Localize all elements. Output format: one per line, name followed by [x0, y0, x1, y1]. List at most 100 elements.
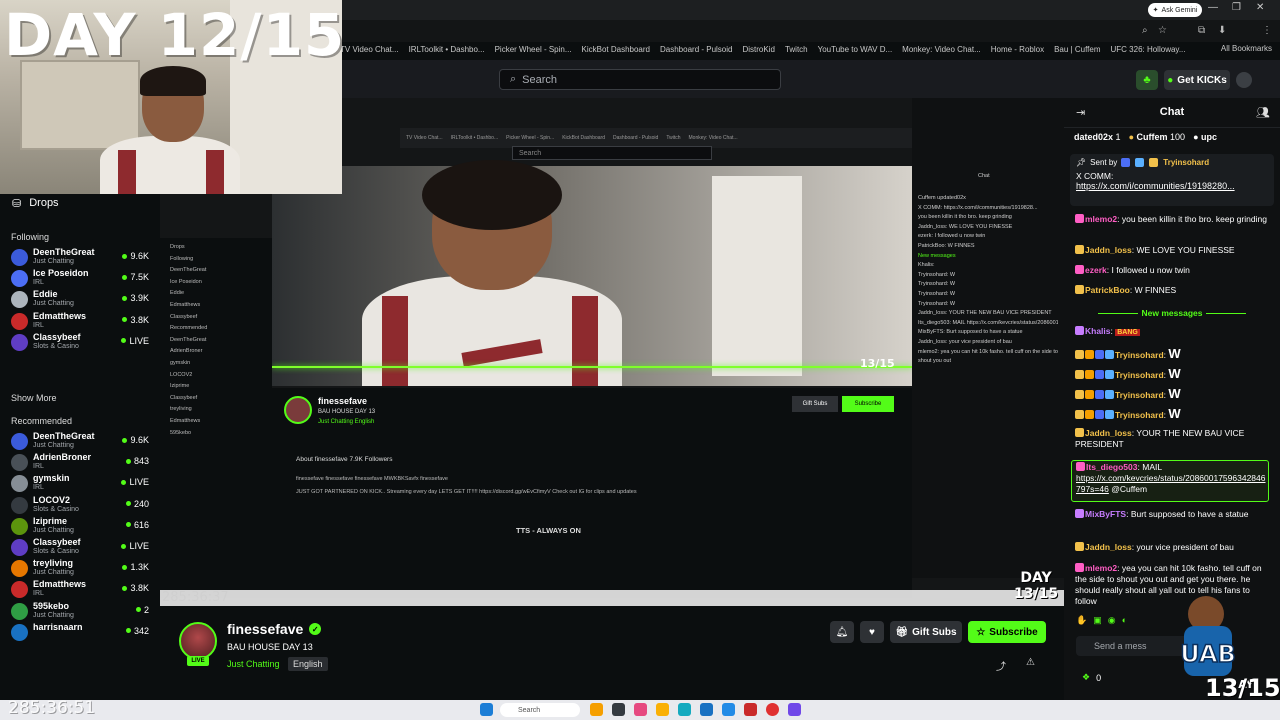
sidebar-item-edmatthews[interactable]: Edmatthews IRL 3.8K — [0, 578, 160, 600]
bookmark[interactable]: Monkey: Video Chat... — [902, 45, 981, 54]
bookmark[interactable]: Dashboard - Pulsoid — [660, 45, 732, 54]
sidebar-item-gymskin[interactable]: gymskin IRL LIVE — [0, 472, 160, 494]
chat-username[interactable]: Its_diego503 — [1086, 462, 1138, 472]
bookmark[interactable]: DistroKid — [742, 45, 774, 54]
folder-icon[interactable] — [656, 703, 669, 716]
download-icon[interactable]: ⬇ — [1218, 25, 1226, 36]
sidebar-drops[interactable]: ⛁ Drops — [0, 194, 160, 212]
sidebar-item-iziprime[interactable]: Iziprime Just Chatting 616 — [0, 515, 160, 537]
app-icon[interactable] — [612, 703, 625, 716]
sidebar-item-treyliving[interactable]: treyliving Just Chatting 1.3K — [0, 557, 160, 579]
nested-stream-info: finessefave BAU HOUSE DAY 13 Just Chatti… — [272, 388, 912, 598]
stream-category[interactable]: Just Chatting — [227, 659, 280, 669]
heart-icon[interactable]: ♥ — [860, 621, 884, 643]
bookmark[interactable]: IRLToolkit • Dashbo... — [409, 45, 485, 54]
bookmark[interactable]: Bau | Cuffem — [1054, 45, 1100, 54]
sidebar-item-595kebo[interactable]: 595kebo Just Chatting 2 — [0, 600, 160, 622]
badge-icon — [1075, 390, 1084, 399]
extension-icon[interactable]: ⧉ — [1198, 25, 1205, 36]
restore-icon[interactable]: ❐ — [1232, 2, 1241, 13]
edge-icon[interactable] — [678, 703, 691, 716]
chat-username[interactable]: Tryinsohard — [1115, 390, 1164, 400]
emote-icon[interactable]: ◐ — [1122, 615, 1127, 626]
gift-subs-button[interactable]: 🎁︎ Gift Subs — [890, 621, 962, 643]
show-more-link[interactable]: Show More — [11, 393, 57, 403]
chat-username[interactable]: mlemo2 — [1085, 563, 1117, 573]
bookmark[interactable]: UFC 326: Holloway... — [1111, 45, 1186, 54]
emote-icon[interactable]: ▣ — [1093, 615, 1102, 626]
chat-username[interactable]: Tryinsohard — [1115, 370, 1164, 380]
chat-username[interactable]: mlemo2 — [1085, 214, 1117, 224]
app-icon[interactable] — [590, 703, 603, 716]
chat-username[interactable]: PatrickBoo — [1085, 285, 1130, 295]
bookmark[interactable]: YouTube to WAV D... — [818, 45, 893, 54]
minimize-icon[interactable]: — — [1208, 2, 1218, 13]
sidebar-item-deenthegreat[interactable]: DeenTheGreat Just Chatting 9.6K — [0, 246, 160, 268]
all-bookmarks[interactable]: All Bookmarks — [1221, 44, 1272, 53]
chat-username[interactable]: MixByFTS — [1085, 509, 1126, 519]
chat-username[interactable]: Jaddn_loss — [1085, 542, 1132, 552]
viewer-count: 3.8K — [122, 315, 149, 325]
gifter[interactable]: dated02x 1 — [1074, 132, 1121, 142]
sidebar-item-classybeef[interactable]: Classybeef Slots & Casino LIVE — [0, 536, 160, 558]
chat-username[interactable]: Tryinsohard — [1115, 350, 1164, 360]
subscribe-button[interactable]: ☆ Subscribe — [968, 621, 1046, 643]
ask-gemini-button[interactable]: ✦ Ask Gemini — [1148, 3, 1202, 17]
nested-chat-line: PatrickBoo: W FINNES — [918, 242, 975, 249]
close-icon[interactable]: ✕ — [1256, 2, 1264, 13]
bookmark[interactable]: TV Video Chat... — [340, 45, 399, 54]
channel-points[interactable]: ❖ 0 — [1082, 672, 1101, 683]
streamer-avatar[interactable] — [179, 622, 217, 660]
bookmark[interactable]: Twitch — [785, 45, 808, 54]
badge-icon — [1095, 390, 1104, 399]
menu-icon[interactable]: ⋮ — [1262, 25, 1272, 36]
app-icon[interactable] — [788, 703, 801, 716]
chat-username[interactable]: ezerk — [1085, 265, 1107, 275]
app-icon[interactable] — [744, 703, 757, 716]
sidebar-item-edmatthews[interactable]: Edmatthews IRL 3.8K — [0, 310, 160, 332]
avatar[interactable] — [1236, 72, 1252, 88]
chat-link[interactable]: https://x.com/kevcries/status/2086001759… — [1076, 473, 1265, 494]
star-icon[interactable]: ☆ — [1158, 25, 1167, 36]
sidebar-item-adrienbroner[interactable]: AdrienBroner IRL 843 — [0, 451, 160, 473]
channel-category: Slots & Casino — [33, 548, 79, 555]
pinned-message[interactable]: 📌︎ Sent by Tryinsohard X COMM: https://x.c… — [1070, 154, 1274, 206]
kick-icon[interactable]: ♣ — [1136, 70, 1158, 90]
app-icon[interactable] — [634, 703, 647, 716]
mention[interactable]: @Cuffem — [1111, 484, 1147, 494]
language-tag[interactable]: English — [288, 657, 328, 671]
windows-start-icon[interactable] — [480, 703, 493, 716]
share-icon[interactable]: ⤴ — [996, 658, 1006, 673]
chat-username[interactable]: Khalis — [1085, 326, 1111, 336]
chat-username[interactable]: Jaddn_loss — [1085, 428, 1132, 438]
pinned-user[interactable]: Tryinsohard — [1163, 158, 1209, 167]
zoom-icon[interactable]: ⌕ — [1142, 25, 1148, 36]
emote-icon[interactable]: ◉ — [1108, 615, 1116, 626]
app-icon[interactable] — [722, 703, 735, 716]
taskbar-search[interactable]: Search — [500, 703, 580, 717]
chrome-icon[interactable] — [766, 703, 779, 716]
sidebar-item-deenthegreat[interactable]: DeenTheGreat Just Chatting 9.6K — [0, 430, 160, 452]
chat-username[interactable]: Tryinsohard — [1115, 410, 1164, 420]
sidebar-item-harrisnaarn[interactable]: harrisnaarn 342 — [0, 621, 160, 643]
report-icon[interactable]: ⚠ — [1026, 657, 1035, 668]
hand-icon[interactable]: ✋ — [1076, 615, 1087, 626]
streamer-name[interactable]: finessefave ✓ — [227, 621, 322, 637]
bookmark[interactable]: Home - Roblox — [991, 45, 1044, 54]
following-heading: Following — [11, 232, 50, 242]
gifter[interactable]: ● upc — [1193, 132, 1217, 142]
sidebar-item-locov2[interactable]: LOCOV2 Slots & Casino 240 — [0, 494, 160, 516]
users-icon[interactable]: 👥︎ — [1256, 106, 1270, 119]
bookmark[interactable]: Picker Wheel - Spin... — [495, 45, 572, 54]
sidebar-item-classybeef[interactable]: Classybeef Slots & Casino LIVE — [0, 331, 160, 353]
chat-username[interactable]: Jaddn_loss — [1085, 245, 1132, 255]
app-icon[interactable] — [700, 703, 713, 716]
gifter[interactable]: ● Cuffem 100 — [1129, 132, 1186, 142]
pinned-link[interactable]: https://x.com/i/communities/19198280... — [1076, 181, 1268, 191]
sidebar-item-ice poseidon[interactable]: Ice Poseidon IRL 7.5K — [0, 267, 160, 289]
search-input[interactable]: ⌕ Search — [499, 69, 781, 90]
bell-icon[interactable]: 🔔︎ — [830, 621, 854, 643]
bookmark[interactable]: KickBot Dashboard — [582, 45, 650, 54]
get-kicks-button[interactable]: ● Get KICKs — [1164, 70, 1230, 90]
sidebar-item-eddie[interactable]: Eddie Just Chatting 3.9K — [0, 288, 160, 310]
